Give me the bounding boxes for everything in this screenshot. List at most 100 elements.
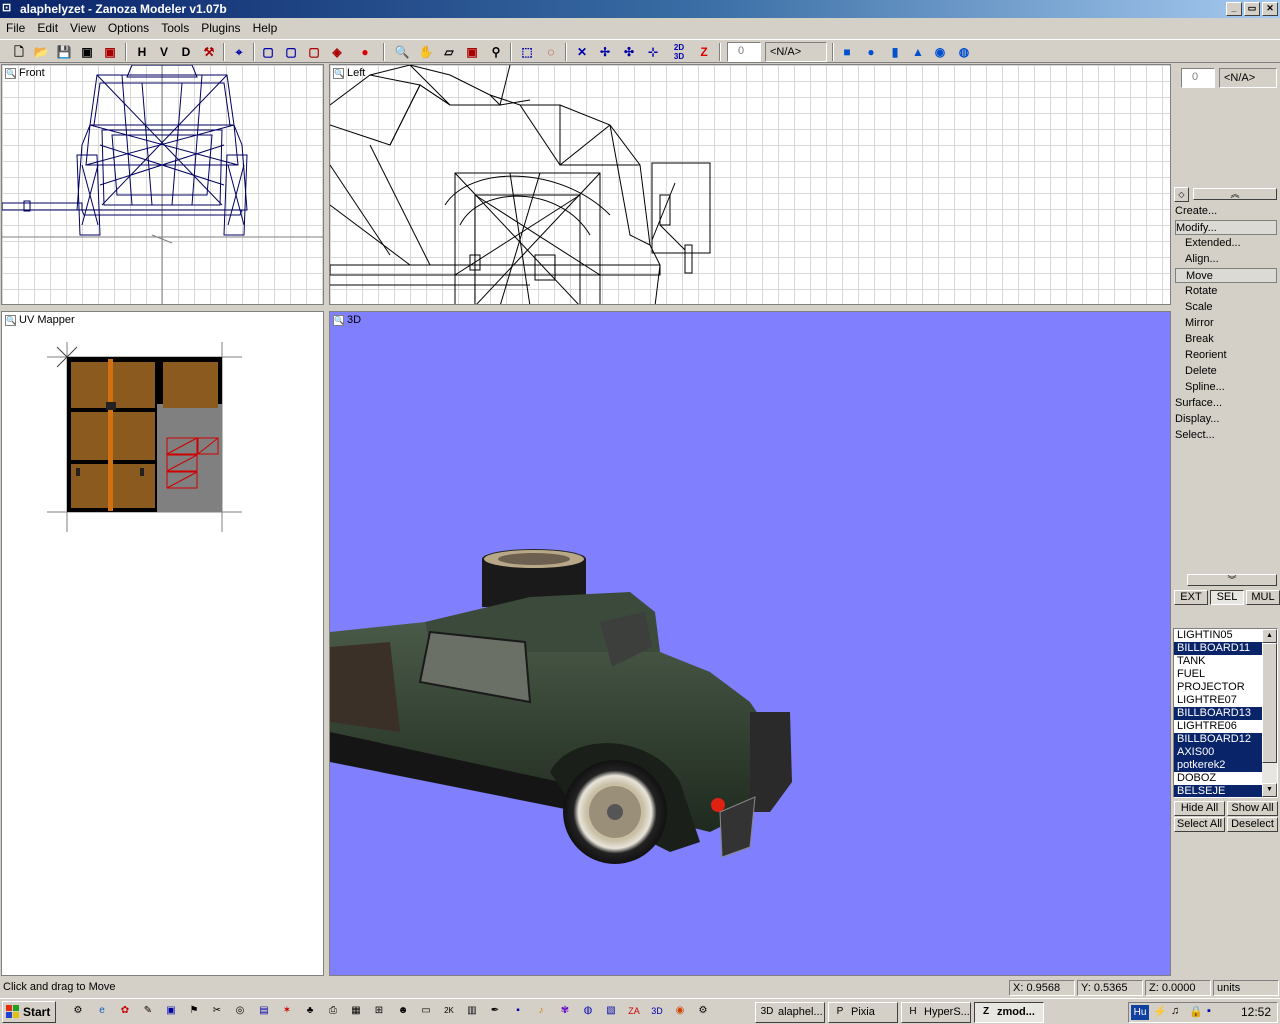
quicklaunch-doc-icon[interactable]: ▧ [603,1003,619,1019]
menu-options[interactable]: Options [102,19,155,38]
command-display[interactable]: Display... [1175,412,1277,427]
move-face-icon[interactable]: ✣ [620,43,638,61]
vertex-icon[interactable]: ⌖ [230,43,248,61]
scroll-thumb[interactable] [1262,643,1277,763]
mode-ext-button[interactable]: EXT [1174,590,1208,605]
front-viewport[interactable]: 🔍 Front [1,64,324,305]
object-list-item[interactable]: AXIS00 [1174,746,1262,759]
object-list-item[interactable]: potkerek2 [1174,759,1262,772]
scroll-down-arrow-icon[interactable]: ▼ [1262,783,1277,797]
select-all-button[interactable]: Select All [1174,817,1225,832]
quicklaunch-paint-icon[interactable]: ✂ [209,1003,225,1019]
z-button[interactable]: Z [695,43,713,61]
box-view-icon[interactable]: ▱ [440,43,458,61]
quicklaunch-app-icon[interactable]: ✿ [117,1003,133,1019]
collapse-panel-icon[interactable]: ◇ [1174,187,1189,202]
quicklaunch-desktop-icon[interactable]: ▣ [163,1003,179,1019]
menu-edit[interactable]: Edit [31,19,64,38]
quicklaunch-monitor-icon[interactable]: ▭ [418,1003,434,1019]
save-icon[interactable]: 💾 [55,43,73,61]
quicklaunch-grid-icon[interactable]: ▦ [348,1003,364,1019]
quicklaunch-extra-icon[interactable]: ⚙ [695,1003,711,1019]
camera-icon[interactable]: ⚲ [487,43,505,61]
zoom-icon[interactable]: 🔍 [393,43,411,61]
wand-icon[interactable]: ⚒ [200,43,218,61]
toggle-2d3d-button[interactable]: 2D 3D [670,43,688,61]
command-mirror[interactable]: Mirror [1175,316,1277,331]
quicklaunch-image-icon[interactable]: ▤ [256,1003,272,1019]
close-button[interactable]: ✕ [1262,2,1278,16]
cylinder-primitive-icon[interactable]: ▮ [886,43,904,61]
view-h-button[interactable]: H [133,43,151,61]
mode-mul-button[interactable]: MUL [1246,590,1280,605]
quicklaunch-flower-icon[interactable]: ✾ [557,1003,573,1019]
zoom-extents-icon[interactable]: ▣ [463,43,481,61]
left-viewport[interactable]: 🔍 Left [329,64,1171,305]
object-list-scrollbar[interactable]: ▲ ▼ [1262,629,1277,797]
select-circle-icon[interactable]: ◌ [542,43,560,61]
revert-icon[interactable]: ▣ [101,43,119,61]
command-create[interactable]: Create... [1175,204,1277,219]
object-list-item[interactable]: BILLBOARD12 [1174,733,1262,746]
axis-icon[interactable]: ⊹ [644,43,662,61]
object-list-item[interactable]: LIGHTRE07 [1174,694,1262,707]
mode-sel-button[interactable]: SEL [1210,590,1244,605]
command-align[interactable]: Align... [1175,252,1277,267]
network-tray-icon[interactable]: ⚡ [1153,1005,1167,1018]
quicklaunch-settings-icon[interactable]: ⚙ [70,1003,86,1019]
taskbar-button[interactable]: P Pixia [828,1002,898,1023]
taskbar-button[interactable]: Zzmod... [974,1002,1044,1023]
menu-plugins[interactable]: Plugins [195,19,246,38]
open-folder-icon[interactable]: 📂 [32,43,50,61]
command-break[interactable]: Break [1175,332,1277,347]
object-list-item[interactable]: BILLBOARD11 [1174,642,1262,655]
cone-primitive-icon[interactable]: ▲ [909,43,927,61]
command-delete[interactable]: Delete [1175,364,1277,379]
maximize-button[interactable]: ▭ [1244,2,1260,16]
app-icon[interactable]: ⊡ [2,1,18,17]
quicklaunch-3d-icon[interactable]: 3D [649,1003,665,1019]
quicklaunch-circle-icon[interactable]: ◉ [672,1003,688,1019]
quicklaunch-pen-icon[interactable]: ✒ [487,1003,503,1019]
torus-primitive-icon[interactable]: ◉ [931,43,949,61]
pan-hand-icon[interactable]: ✋ [417,43,435,61]
quicklaunch-editor-icon[interactable]: ✎ [140,1003,156,1019]
command-reorient[interactable]: Reorient [1175,348,1277,363]
menu-view[interactable]: View [64,19,102,38]
deselect-button[interactable]: Deselect [1227,817,1278,832]
sphere-red-icon[interactable]: ● [356,43,374,61]
box-primitive-icon[interactable]: ■ [838,43,856,61]
command-rotate[interactable]: Rotate [1175,284,1277,299]
object-list-item[interactable]: FUEL [1174,668,1262,681]
viewport-zoom-icon[interactable]: 🔍 [333,67,344,79]
command-surface[interactable]: Surface... [1175,396,1277,411]
select-rect-icon[interactable]: ⬚ [518,43,536,61]
view-d-button[interactable]: D [177,43,195,61]
command-spline[interactable]: Spline... [1175,380,1277,395]
language-indicator[interactable]: Hu [1131,1005,1149,1020]
quicklaunch-printer-icon[interactable]: ⎙ [325,1003,341,1019]
show-all-button[interactable]: Show All [1227,801,1278,816]
scroll-up-arrow-icon[interactable]: ▲ [1262,629,1277,643]
menu-tools[interactable]: Tools [155,19,195,38]
quicklaunch-people-icon[interactable]: ☻ [395,1003,411,1019]
view-v-button[interactable]: V [155,43,173,61]
quicklaunch-star-icon[interactable]: ✶ [279,1003,295,1019]
command-modify[interactable]: Modify... [1175,220,1277,235]
quicklaunch-notes-icon[interactable]: ▥ [464,1003,480,1019]
quicklaunch-ie-icon[interactable]: e [94,1003,110,1019]
command-extended[interactable]: Extended... [1175,236,1277,251]
volume-tray-icon[interactable]: ♫ [1171,1005,1179,1017]
menu-file[interactable]: File [0,19,31,38]
taskbar-button[interactable]: H HyperS... [901,1002,971,1023]
scroll-down-button[interactable]: ︾ [1187,574,1277,586]
save-as-icon[interactable]: ▣ [78,43,96,61]
quicklaunch-globe-icon[interactable]: ◍ [580,1003,596,1019]
cube-wire-icon[interactable]: ▢ [259,43,277,61]
minimize-button[interactable]: _ [1226,2,1242,16]
object-list-item[interactable]: LIGHTIN05 [1174,629,1262,642]
perspective-viewport[interactable]: 🔍 3D [329,311,1171,976]
lock-tray-icon[interactable]: 🔒 [1189,1005,1203,1018]
quicklaunch-tree-icon[interactable]: ♣ [302,1003,318,1019]
viewport-zoom-icon[interactable]: 🔍 [5,67,16,79]
